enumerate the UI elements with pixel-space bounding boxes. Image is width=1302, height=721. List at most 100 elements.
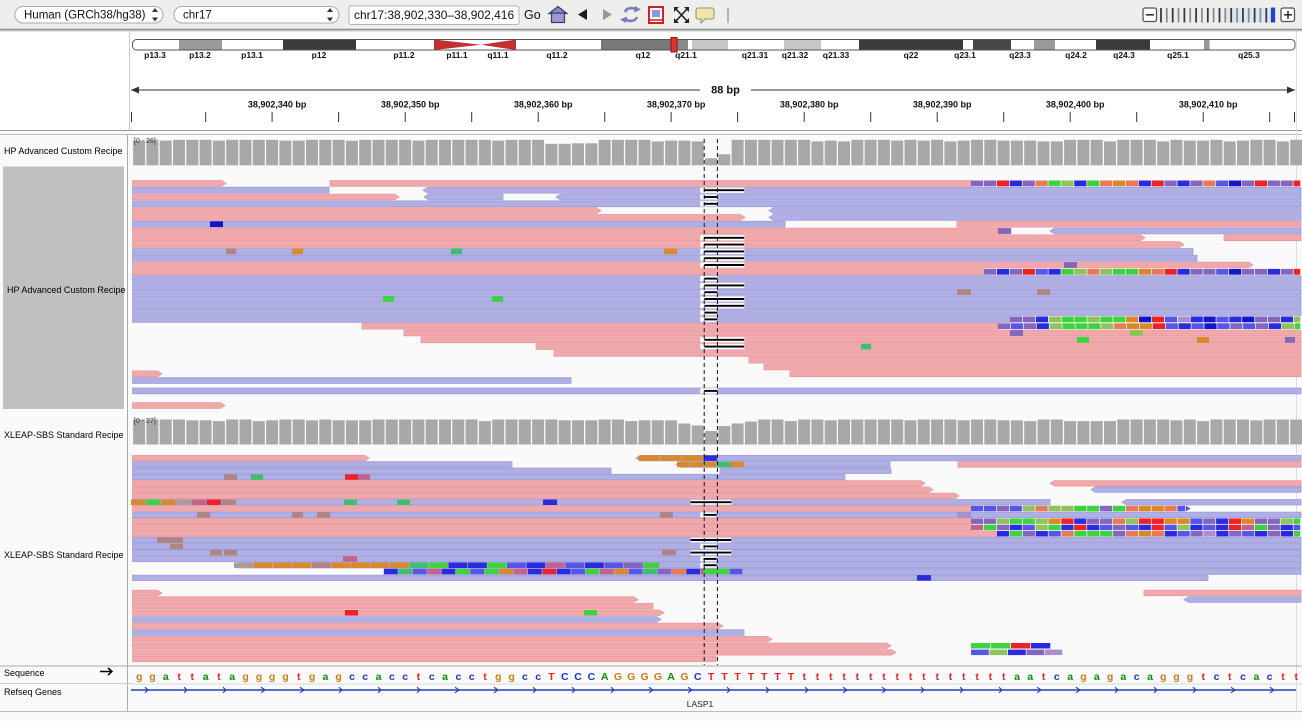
svg-text:c: c xyxy=(389,671,395,683)
svg-text:T: T xyxy=(761,671,768,683)
svg-text:38,902,340 bp: 38,902,340 bp xyxy=(248,100,307,110)
svg-text:Human (GRCh38/hg38): Human (GRCh38/hg38) xyxy=(24,10,146,22)
svg-text:p13.1: p13.1 xyxy=(241,50,263,60)
svg-text:a: a xyxy=(442,671,448,683)
svg-text:t: t xyxy=(802,671,806,683)
svg-text:T: T xyxy=(734,671,741,683)
svg-text:t: t xyxy=(949,671,953,683)
svg-text:chr17:38,902,330–38,902,416: chr17:38,902,330–38,902,416 xyxy=(354,8,514,22)
svg-text:t: t xyxy=(483,671,487,683)
svg-text:T: T xyxy=(708,671,715,683)
svg-text:q23.1: q23.1 xyxy=(954,50,976,60)
svg-text:a: a xyxy=(203,671,209,683)
svg-text:[0 - 27]: [0 - 27] xyxy=(134,418,156,425)
svg-text:q12: q12 xyxy=(636,50,651,60)
svg-text:G: G xyxy=(654,671,662,683)
svg-text:g: g xyxy=(309,671,315,683)
svg-text:38,902,400 bp: 38,902,400 bp xyxy=(1046,100,1105,110)
svg-text:Go: Go xyxy=(524,8,541,22)
svg-text:HP Advanced Custom Recipe: HP Advanced Custom Recipe xyxy=(4,146,122,156)
svg-text:t: t xyxy=(935,671,939,683)
svg-text:a: a xyxy=(1067,671,1073,683)
svg-text:g: g xyxy=(508,671,514,683)
svg-text:a: a xyxy=(1094,671,1100,683)
svg-text:t: t xyxy=(816,671,820,683)
svg-text:t: t xyxy=(191,671,195,683)
svg-text:t: t xyxy=(217,671,221,683)
svg-text:t: t xyxy=(869,671,873,683)
svg-text:LASP1: LASP1 xyxy=(687,699,714,709)
svg-text:g: g xyxy=(335,671,341,683)
svg-text:t: t xyxy=(856,671,860,683)
svg-text:g: g xyxy=(1187,671,1193,683)
svg-text:t: t xyxy=(922,671,926,683)
svg-text:88 bp: 88 bp xyxy=(711,85,740,97)
svg-text:G: G xyxy=(614,671,622,683)
svg-text:XLEAP-SBS Standard Recipe: XLEAP-SBS Standard Recipe xyxy=(4,550,124,560)
svg-text:q21.32: q21.32 xyxy=(782,50,809,60)
svg-text:38,902,410 bp: 38,902,410 bp xyxy=(1179,100,1238,110)
svg-text:A: A xyxy=(667,671,675,683)
svg-text:c: c xyxy=(1240,671,1246,683)
svg-text:t: t xyxy=(1294,671,1298,683)
svg-text:T: T xyxy=(548,671,555,683)
svg-text:q21.1: q21.1 xyxy=(675,50,697,60)
svg-text:c: c xyxy=(1267,671,1273,683)
svg-text:C: C xyxy=(561,671,569,683)
svg-text:p11.2: p11.2 xyxy=(393,50,415,60)
svg-text:g: g xyxy=(136,671,142,683)
svg-text:t: t xyxy=(895,671,899,683)
svg-text:g: g xyxy=(495,671,501,683)
svg-text:C: C xyxy=(588,671,596,683)
svg-text:[0 - 26]: [0 - 26] xyxy=(134,138,156,145)
svg-text:38,902,350 bp: 38,902,350 bp xyxy=(381,100,440,110)
svg-text:t: t xyxy=(177,671,181,683)
svg-text:q24.3: q24.3 xyxy=(1113,50,1135,60)
svg-text:t: t xyxy=(842,671,846,683)
svg-text:38,902,360 bp: 38,902,360 bp xyxy=(514,100,573,110)
svg-text:t: t xyxy=(417,671,421,683)
svg-text:c: c xyxy=(1134,671,1140,683)
svg-text:T: T xyxy=(748,671,755,683)
svg-text:g: g xyxy=(1173,671,1179,683)
svg-text:c: c xyxy=(535,671,541,683)
svg-text:G: G xyxy=(680,671,688,683)
svg-text:c: c xyxy=(402,671,408,683)
svg-text:p13.2: p13.2 xyxy=(189,50,211,60)
svg-text:q22: q22 xyxy=(904,50,919,60)
svg-text:T: T xyxy=(788,671,795,683)
svg-text:g: g xyxy=(282,671,288,683)
svg-text:38,902,380 bp: 38,902,380 bp xyxy=(780,100,839,110)
svg-text:t: t xyxy=(882,671,886,683)
svg-text:G: G xyxy=(641,671,649,683)
svg-text:p11.1: p11.1 xyxy=(446,50,468,60)
svg-text:a: a xyxy=(322,671,328,683)
svg-text:A: A xyxy=(601,671,609,683)
svg-text:t: t xyxy=(909,671,913,683)
svg-text:a: a xyxy=(1014,671,1020,683)
svg-text:g: g xyxy=(269,671,275,683)
svg-text:a: a xyxy=(376,671,382,683)
svg-text:t: t xyxy=(297,671,301,683)
svg-text:T: T xyxy=(774,671,781,683)
svg-text:T: T xyxy=(721,671,728,683)
svg-text:t: t xyxy=(1042,671,1046,683)
svg-text:c: c xyxy=(1054,671,1060,683)
svg-text:a: a xyxy=(1147,671,1153,683)
svg-text:c: c xyxy=(455,671,461,683)
svg-text:38,902,370 bp: 38,902,370 bp xyxy=(647,100,706,110)
svg-text:q11.1: q11.1 xyxy=(487,50,509,60)
svg-text:C: C xyxy=(694,671,702,683)
svg-text:chr17: chr17 xyxy=(183,10,212,22)
svg-text:q21.31: q21.31 xyxy=(742,50,769,60)
svg-text:q24.2: q24.2 xyxy=(1065,50,1087,60)
svg-text:a: a xyxy=(1027,671,1033,683)
svg-text:C: C xyxy=(574,671,582,683)
svg-text:g: g xyxy=(256,671,262,683)
svg-text:G: G xyxy=(627,671,635,683)
svg-text:p12: p12 xyxy=(312,50,327,60)
svg-text:Sequence: Sequence xyxy=(4,668,45,678)
svg-text:a: a xyxy=(1120,671,1126,683)
svg-text:g: g xyxy=(1160,671,1166,683)
svg-text:g: g xyxy=(149,671,155,683)
